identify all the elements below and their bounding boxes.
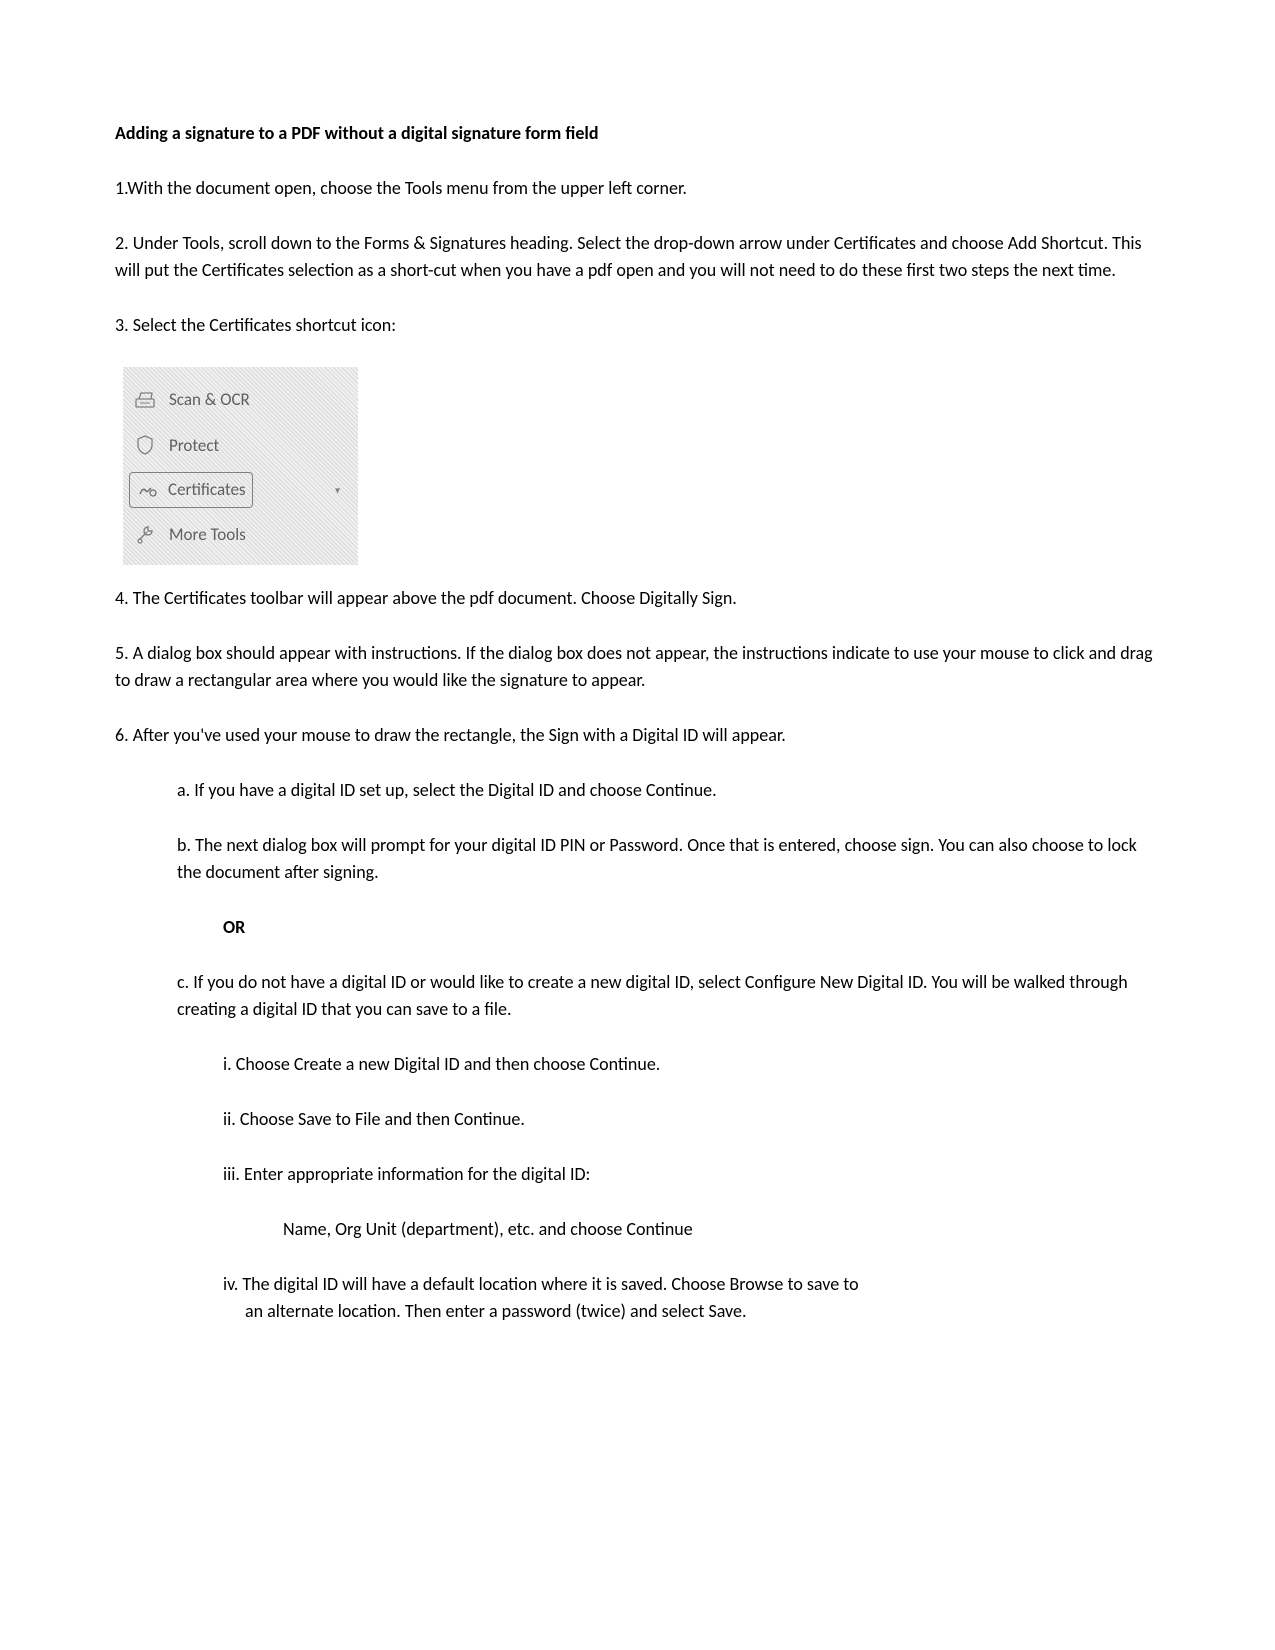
step-6b: b. The next dialog box will prompt for y… <box>115 832 1160 886</box>
wrench-icon <box>131 522 159 546</box>
tool-protect: Protect <box>123 423 358 469</box>
scanner-icon <box>131 388 159 412</box>
step-3: 3. Select the Certificates shortcut icon… <box>115 312 1160 339</box>
signature-icon <box>136 478 160 502</box>
step-6: 6. After you've used your mouse to draw … <box>115 722 1160 749</box>
tool-more-tools: More Tools <box>123 512 358 558</box>
step-6c-iv: iv. The digital ID will have a default l… <box>115 1271 1160 1325</box>
tool-certificates-label: Certificates <box>168 477 246 503</box>
tool-scan-label: Scan & OCR <box>169 387 250 413</box>
tool-scan-ocr: Scan & OCR <box>123 377 358 423</box>
step-6c-iv-line2: an alternate location. Then enter a pass… <box>223 1298 1160 1325</box>
tool-more-label: More Tools <box>169 522 246 548</box>
step-6c-ii: ii. Choose Save to File and then Continu… <box>115 1106 1160 1133</box>
tool-protect-label: Protect <box>169 433 219 459</box>
step-1: 1.With the document open, choose the Too… <box>115 175 1160 202</box>
step-4: 4. The Certificates toolbar will appear … <box>115 585 1160 612</box>
or-separator: OR <box>115 914 1160 941</box>
step-6c-i: i. Choose Create a new Digital ID and th… <box>115 1051 1160 1078</box>
step-6c-iv-line1: iv. The digital ID will have a default l… <box>223 1273 859 1295</box>
tool-certificates: Certificates ▾ <box>129 472 352 508</box>
document-title: Adding a signature to a PDF without a di… <box>115 120 1160 147</box>
step-6c-iii-detail: Name, Org Unit (department), etc. and ch… <box>115 1216 1160 1243</box>
step-6a: a. If you have a digital ID set up, sele… <box>115 777 1160 804</box>
shield-icon <box>131 433 159 457</box>
step-5: 5. A dialog box should appear with instr… <box>115 640 1160 694</box>
step-6c: c. If you do not have a digital ID or wo… <box>115 969 1160 1023</box>
step-2: 2. Under Tools, scroll down to the Forms… <box>115 230 1160 284</box>
chevron-down-icon: ▾ <box>335 482 340 497</box>
step-6c-iii: iii. Enter appropriate information for t… <box>115 1161 1160 1188</box>
tools-panel-screenshot: Scan & OCR Protect Certificates ▾ <box>123 367 358 565</box>
